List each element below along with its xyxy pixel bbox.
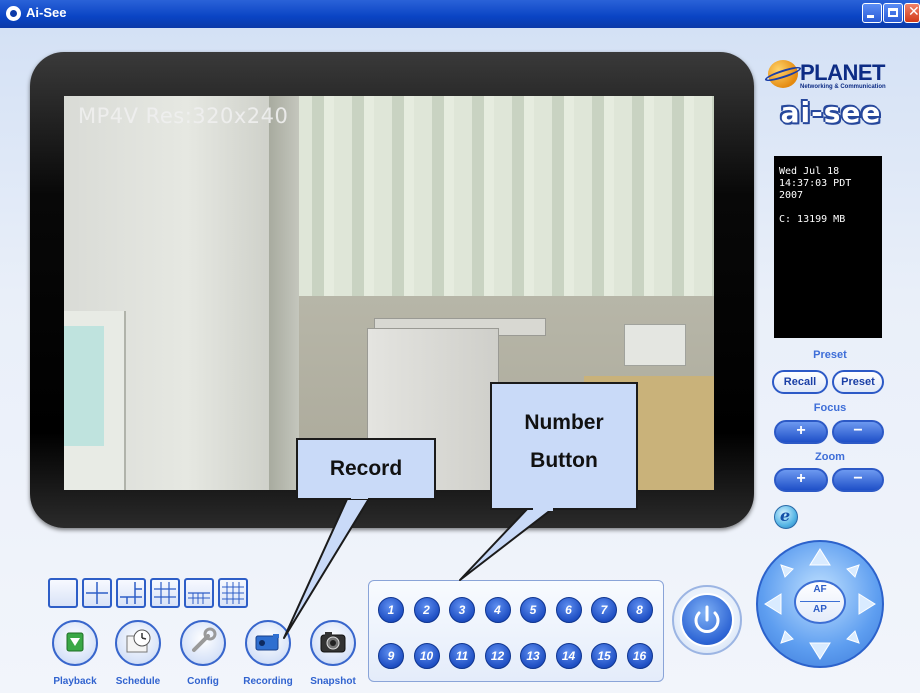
ap-label: AP <box>813 604 827 615</box>
brand-tagline: Networking & Communication <box>800 84 886 90</box>
playback-label: Playback <box>53 676 97 687</box>
close-button[interactable] <box>904 3 920 23</box>
pan-up-arrow[interactable] <box>809 548 831 566</box>
record-callout-seam <box>351 495 368 499</box>
app-icon <box>6 6 21 21</box>
camera-7-button[interactable]: 7 <box>591 597 617 623</box>
camera-11-button[interactable]: 11 <box>449 643 475 669</box>
layout-9-icon <box>154 582 176 604</box>
camera-12-button[interactable]: 12 <box>484 643 511 669</box>
snapshot-button[interactable] <box>310 620 356 666</box>
pan-left-arrow[interactable] <box>764 593 782 615</box>
brand-name: PLANET <box>800 60 886 85</box>
wrench-icon <box>192 627 217 652</box>
pan-up-right-arrow[interactable] <box>846 564 860 578</box>
layout-9-button[interactable] <box>150 578 180 608</box>
number-callout-line1: Number <box>524 411 604 434</box>
title-bar: Ai-See <box>0 0 920 28</box>
focus-minus-button[interactable]: − <box>832 420 884 444</box>
playback-icon <box>66 632 84 652</box>
layout-10-icon <box>188 592 210 604</box>
pan-right-arrow[interactable] <box>858 593 876 615</box>
planet-logo-icon <box>768 60 798 88</box>
record-callout: Record <box>296 438 436 500</box>
camera-15-button[interactable]: 15 <box>591 643 617 669</box>
camera-14-button[interactable]: 14 <box>555 643 582 669</box>
focus-label: Focus <box>813 402 847 414</box>
zoom-plus-button[interactable]: + <box>774 468 828 492</box>
camera-5-button[interactable]: 5 <box>520 597 546 623</box>
camera-16-button[interactable]: 16 <box>626 643 653 669</box>
pan-down-right-arrow[interactable] <box>846 630 860 644</box>
camera-13-button[interactable]: 13 <box>520 643 546 669</box>
config-button[interactable] <box>180 620 226 666</box>
maximize-button[interactable] <box>883 3 903 23</box>
recording-label: Recording <box>243 676 293 687</box>
config-label: Config <box>187 676 219 687</box>
snapshot-icon <box>320 632 346 653</box>
camera-6-button[interactable]: 6 <box>555 597 582 623</box>
record-callout-text: Record <box>329 457 403 480</box>
scene-window <box>64 326 104 446</box>
scene-printer <box>624 324 686 366</box>
camera-2-button[interactable]: 2 <box>413 597 440 623</box>
layout-4-button[interactable] <box>82 578 112 608</box>
snapshot-label: Snapshot <box>310 676 356 687</box>
camera-3-button[interactable]: 3 <box>449 597 475 623</box>
power-button[interactable] <box>680 593 734 647</box>
layout-1-icon <box>50 580 76 606</box>
playback-button[interactable] <box>52 620 98 666</box>
recall-button[interactable]: Recall <box>772 370 828 394</box>
status-info: Wed Jul 18 14:37:03 PDT 2007 C: 13199 MB <box>774 156 882 338</box>
camera-number-panel <box>368 580 664 682</box>
scene-curtain <box>294 96 714 296</box>
camera-1-button[interactable]: 1 <box>378 597 404 623</box>
af-label: AF <box>813 584 827 595</box>
layout-16-button[interactable] <box>218 578 248 608</box>
layout-10-button[interactable] <box>184 578 214 608</box>
zoom-minus-button[interactable]: − <box>832 468 884 492</box>
layout-6-icon <box>120 582 142 604</box>
layout-6-button[interactable] <box>116 578 146 608</box>
camera-icon <box>255 634 279 651</box>
pan-down-left-arrow[interactable] <box>780 630 794 644</box>
schedule-button[interactable] <box>115 620 161 666</box>
power-icon <box>694 605 720 633</box>
layout-1-button[interactable] <box>48 578 78 608</box>
camera-4-button[interactable]: 4 <box>484 597 511 623</box>
af-ap-divider <box>800 601 840 602</box>
minimize-button[interactable] <box>862 3 882 23</box>
schedule-label: Schedule <box>115 676 161 687</box>
recording-button[interactable] <box>245 620 291 666</box>
internet-explorer-icon[interactable]: e <box>774 505 798 529</box>
preset-button[interactable]: Preset <box>832 370 884 394</box>
pan-up-left-arrow[interactable] <box>780 564 794 578</box>
schedule-icon <box>126 629 151 653</box>
camera-10-button[interactable]: 10 <box>413 643 440 669</box>
layout-4-icon <box>86 582 108 604</box>
focus-plus-button[interactable]: + <box>774 420 828 444</box>
number-callout-line2: Button <box>530 449 598 472</box>
layout-16-icon <box>222 582 244 604</box>
product-logo: ai-see <box>780 96 882 129</box>
video-overlay-text: MP4V Res:320x240 <box>78 104 289 128</box>
window-title: Ai-See <box>26 5 67 20</box>
camera-9-button[interactable]: 9 <box>378 643 404 669</box>
preset-label: Preset <box>813 349 847 361</box>
zoom-label: Zoom <box>815 451 845 463</box>
camera-8-button[interactable]: 8 <box>626 597 653 623</box>
pan-down-arrow[interactable] <box>809 642 831 660</box>
number-button-callout: Number Button <box>490 382 638 510</box>
number-callout-seam <box>533 507 553 511</box>
scene-shadow <box>269 96 299 490</box>
